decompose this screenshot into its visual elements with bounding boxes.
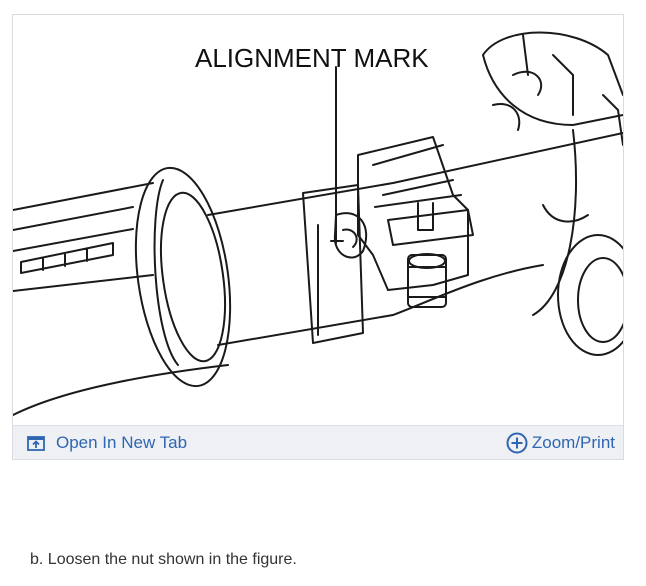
open-in-new-tab-label: Open In New Tab <box>56 432 188 452</box>
alignment-mark-label: ALIGNMENT MARK <box>195 43 429 73</box>
collar-inner <box>160 191 226 363</box>
figure-container: ALIGNMENT MARK Open In New Tab Zoom/Prin… <box>12 14 624 460</box>
open-in-new-tab-icon <box>27 435 45 451</box>
open-in-new-tab-button[interactable]: Open In New Tab <box>27 426 187 459</box>
zoom-print-button[interactable]: Zoom/Print <box>506 426 615 459</box>
wheel-spoke <box>482 31 623 126</box>
alignment-notch <box>333 212 368 259</box>
figure-toolbar: Open In New Tab Zoom/Print <box>13 425 623 459</box>
zoom-plus-icon <box>506 432 528 454</box>
step-instruction: b. Loosen the nut shown in the figure. <box>30 551 297 568</box>
steering-column-illustration: ALIGNMENT MARK <box>13 31 623 416</box>
clamp-band <box>302 184 364 344</box>
bolt-head <box>407 254 447 308</box>
shaft-outline <box>13 182 154 292</box>
zoom-print-label: Zoom/Print <box>531 432 615 452</box>
